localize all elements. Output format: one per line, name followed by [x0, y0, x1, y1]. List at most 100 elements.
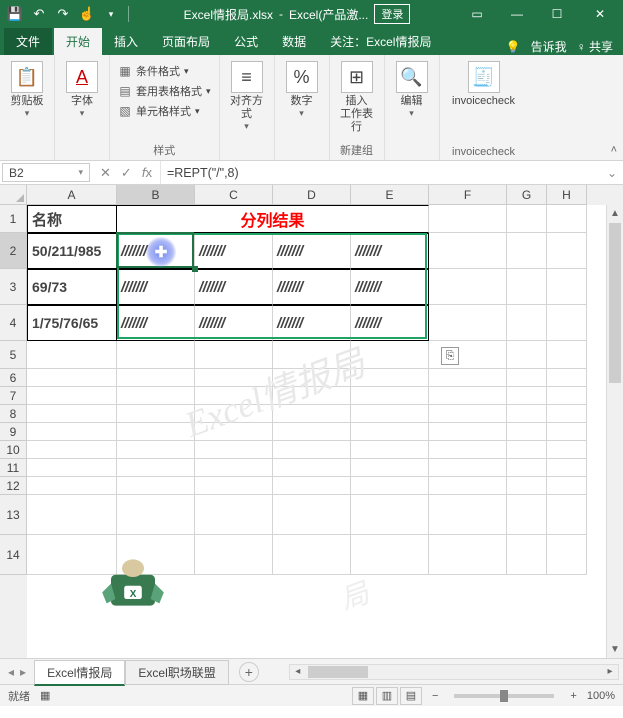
cell-G11[interactable] [507, 459, 547, 477]
horizontal-scrollbar[interactable]: ◂ ▸ [289, 664, 619, 680]
cell-D4[interactable]: /////// [273, 305, 351, 341]
cell-C12[interactable] [195, 477, 273, 495]
share-button[interactable]: ♀ 共享 [577, 38, 613, 55]
cell-B11[interactable] [117, 459, 195, 477]
cell-B2[interactable]: /////// [117, 233, 195, 269]
cell-F7[interactable] [429, 387, 507, 405]
cell-C13[interactable] [195, 495, 273, 535]
cell-D12[interactable] [273, 477, 351, 495]
row-header-7[interactable]: 7 [0, 387, 27, 405]
cell-D2[interactable]: /////// [273, 233, 351, 269]
cell-D8[interactable] [273, 405, 351, 423]
cell-C2[interactable]: /////// [195, 233, 273, 269]
zoom-slider[interactable] [454, 694, 554, 698]
cell-F8[interactable] [429, 405, 507, 423]
cell-F9[interactable] [429, 423, 507, 441]
tab-home[interactable]: 开始 [54, 28, 102, 55]
cell-A2[interactable]: 50/211/985 [27, 233, 117, 269]
cell-G6[interactable] [507, 369, 547, 387]
row-header-14[interactable]: 14 [0, 535, 27, 575]
formula-input[interactable]: =REPT("/",8) [160, 161, 601, 184]
row-header-12[interactable]: 12 [0, 477, 27, 495]
cell-E9[interactable] [351, 423, 429, 441]
cell-D3[interactable]: /////// [273, 269, 351, 305]
cell-H11[interactable] [547, 459, 587, 477]
row-header-2[interactable]: 2 [0, 233, 27, 269]
cell-A10[interactable] [27, 441, 117, 459]
cell-D10[interactable] [273, 441, 351, 459]
touch-mode-icon[interactable]: ☝ [78, 5, 96, 23]
cell-G10[interactable] [507, 441, 547, 459]
cell-G5[interactable] [507, 341, 547, 369]
cell-E14[interactable] [351, 535, 429, 575]
expand-formula-bar-icon[interactable]: ⌄ [601, 161, 623, 184]
sheet-prev-icon[interactable]: ◂ [8, 665, 14, 679]
cell-G1[interactable] [507, 205, 547, 233]
fx-icon[interactable]: fx [142, 165, 152, 180]
cell-H7[interactable] [547, 387, 587, 405]
cell-A11[interactable] [27, 459, 117, 477]
cell-C14[interactable] [195, 535, 273, 575]
cell-C3[interactable]: /////// [195, 269, 273, 305]
cell-A6[interactable] [27, 369, 117, 387]
col-header-E[interactable]: E [351, 185, 429, 205]
cell-G8[interactable] [507, 405, 547, 423]
cell-A13[interactable] [27, 495, 117, 535]
cell-B8[interactable] [117, 405, 195, 423]
cell-E10[interactable] [351, 441, 429, 459]
cell-F11[interactable] [429, 459, 507, 477]
cell-B13[interactable] [117, 495, 195, 535]
cell-D14[interactable] [273, 535, 351, 575]
fill-handle[interactable] [192, 266, 198, 272]
cell-F6[interactable] [429, 369, 507, 387]
cell-A8[interactable] [27, 405, 117, 423]
cell-B12[interactable] [117, 477, 195, 495]
row-header-10[interactable]: 10 [0, 441, 27, 459]
cell-C5[interactable] [195, 341, 273, 369]
cell-H13[interactable] [547, 495, 587, 535]
cell-E7[interactable] [351, 387, 429, 405]
cell-D11[interactable] [273, 459, 351, 477]
insert-rows-button[interactable]: ⊞ 插入工作表行 [338, 59, 376, 135]
tab-file[interactable]: 文件 [4, 28, 52, 55]
editing-button[interactable]: 🔍 编辑 ▾ [393, 59, 431, 119]
row-header-9[interactable]: 9 [0, 423, 27, 441]
cell-H1[interactable] [547, 205, 587, 233]
minimize-button[interactable]: — [497, 0, 537, 28]
normal-view-button[interactable]: ▦ [352, 687, 374, 705]
tab-formulas[interactable]: 公式 [222, 28, 270, 55]
cell-G3[interactable] [507, 269, 547, 305]
select-all-corner[interactable] [0, 185, 27, 205]
close-button[interactable]: ✕ [577, 0, 623, 28]
cell-E3[interactable]: /////// [351, 269, 429, 305]
hscroll-thumb[interactable] [308, 666, 368, 678]
cell-D9[interactable] [273, 423, 351, 441]
scroll-thumb[interactable] [609, 223, 621, 383]
row-header-5[interactable]: 5 [0, 341, 27, 369]
pagebreak-view-button[interactable]: ▤ [400, 687, 422, 705]
cell-F12[interactable] [429, 477, 507, 495]
font-button[interactable]: A 字体 ▾ [63, 59, 101, 119]
row-header-1[interactable]: 1 [0, 205, 27, 233]
cell-G2[interactable] [507, 233, 547, 269]
cell-G7[interactable] [507, 387, 547, 405]
cell-F14[interactable] [429, 535, 507, 575]
cell-E5[interactable] [351, 341, 429, 369]
cell-B6[interactable] [117, 369, 195, 387]
cell-F13[interactable] [429, 495, 507, 535]
pagelayout-view-button[interactable]: ▥ [376, 687, 398, 705]
cell-D13[interactable] [273, 495, 351, 535]
row-header-13[interactable]: 13 [0, 495, 27, 535]
cell-A9[interactable] [27, 423, 117, 441]
cell-E11[interactable] [351, 459, 429, 477]
redo-icon[interactable]: ↷ [54, 5, 72, 23]
cell-E4[interactable]: /////// [351, 305, 429, 341]
cell-H6[interactable] [547, 369, 587, 387]
cell-A5[interactable] [27, 341, 117, 369]
cell-A4[interactable]: 1/75/76/65 [27, 305, 117, 341]
col-header-F[interactable]: F [429, 185, 507, 205]
sheet-tab-active[interactable]: Excel情报局 [34, 660, 125, 686]
cell-styles-button[interactable]: ▧单元格样式 ▾ [118, 103, 200, 119]
cell-H2[interactable] [547, 233, 587, 269]
cell-E8[interactable] [351, 405, 429, 423]
